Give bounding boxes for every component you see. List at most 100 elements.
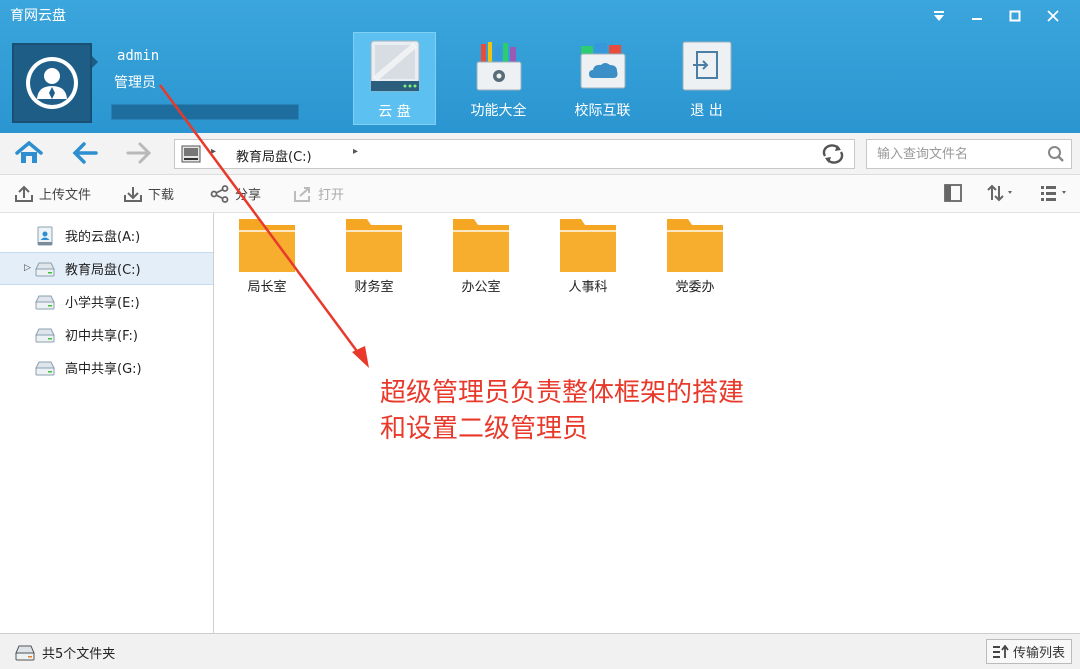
tab-inter-school[interactable]: 校际互联 bbox=[561, 32, 644, 125]
user-drive-icon bbox=[37, 226, 53, 245]
folder-item[interactable]: 人事科 bbox=[558, 217, 618, 295]
download-label: 下载 bbox=[148, 188, 175, 203]
folder-label: 局长室 bbox=[247, 280, 287, 295]
back-button[interactable] bbox=[70, 138, 100, 168]
sidebar-item-label: 初中共享(F:) bbox=[65, 329, 138, 344]
tab-logout-label: 退 出 bbox=[690, 103, 723, 119]
avatar-pointer bbox=[92, 56, 98, 68]
tab-logout[interactable]: 退 出 bbox=[665, 32, 748, 125]
sidebar-item-label: 高中共享(G:) bbox=[65, 362, 142, 377]
sidebar-item-label: 教育局盘(C:) bbox=[65, 263, 141, 278]
sidebar-item-label: 我的云盘(A:) bbox=[65, 230, 141, 245]
hard-drive-icon bbox=[35, 262, 55, 276]
transfer-list-button[interactable]: 传输列表 bbox=[985, 639, 1072, 664]
disk-status-icon bbox=[15, 645, 35, 661]
arrow-right-icon bbox=[126, 142, 152, 164]
home-button[interactable] bbox=[14, 138, 44, 168]
folder-label: 财务室 bbox=[354, 280, 394, 295]
transfer-list-label: 传输列表 bbox=[1012, 646, 1065, 661]
chevron-right-icon[interactable]: ▸ bbox=[353, 146, 358, 157]
hard-drive-icon bbox=[35, 295, 55, 309]
open-label: 打开 bbox=[318, 188, 345, 203]
transfer-icon bbox=[992, 644, 1009, 658]
hard-drive-icon bbox=[35, 361, 55, 375]
open-button[interactable]: 打开 bbox=[293, 184, 344, 203]
search-input[interactable] bbox=[867, 140, 1037, 168]
refresh-icon bbox=[822, 144, 844, 164]
share-icon bbox=[210, 184, 229, 203]
action-toolbar: 上传文件 下载 分享 打开 bbox=[0, 175, 1080, 213]
folder-item[interactable]: 办公室 bbox=[451, 217, 511, 295]
folder-icon bbox=[453, 219, 509, 272]
title-bar: 育网云盘 admin 管理员 云 盘 功能大全 校际互联 退 出 bbox=[0, 0, 1080, 133]
current-path[interactable]: 教育局盘(C:) bbox=[236, 146, 312, 165]
tab-functions[interactable]: 功能大全 bbox=[457, 32, 540, 125]
minimize-icon[interactable] bbox=[958, 4, 996, 28]
tab-functions-label: 功能大全 bbox=[470, 103, 527, 119]
chevron-right-icon: ▸ bbox=[211, 146, 217, 157]
upload-icon bbox=[15, 185, 33, 202]
quota-bar bbox=[111, 104, 299, 120]
share-button[interactable]: 分享 bbox=[210, 184, 261, 203]
folder-count: 共5个文件夹 bbox=[42, 647, 116, 662]
close-icon[interactable] bbox=[1034, 4, 1072, 28]
search-box bbox=[866, 139, 1072, 169]
arrow-left-icon bbox=[72, 142, 98, 164]
app-title: 育网云盘 bbox=[10, 8, 66, 24]
user-role: 管理员 bbox=[114, 75, 156, 91]
folder-item[interactable]: 党委办 bbox=[665, 217, 725, 295]
drive-small-icon bbox=[181, 145, 201, 163]
upload-label: 上传文件 bbox=[39, 188, 92, 203]
tab-inter-school-label: 校际互联 bbox=[574, 103, 631, 119]
folder-label: 人事科 bbox=[568, 280, 608, 295]
user-icon bbox=[26, 57, 78, 109]
search-icon[interactable] bbox=[1047, 145, 1065, 163]
drive-tree: 我的云盘(A:) ▷ 教育局盘(C:) 小学共享(E:) 初中共享(F:) 高中… bbox=[0, 213, 214, 633]
folder-icon bbox=[346, 219, 402, 272]
address-toolbar: ▸ 教育局盘(C:) ▸ bbox=[0, 133, 1080, 175]
sidebar-item-senior-share[interactable]: 高中共享(G:) bbox=[0, 351, 213, 384]
refresh-button[interactable] bbox=[820, 141, 846, 167]
folder-icon bbox=[667, 219, 723, 272]
annotation-line-2: 和设置二级管理员 bbox=[380, 414, 589, 444]
download-button[interactable]: 下载 bbox=[123, 184, 174, 203]
expand-arrow-icon[interactable]: ▷ bbox=[24, 263, 31, 273]
share-label: 分享 bbox=[235, 188, 262, 203]
username: admin bbox=[117, 48, 160, 64]
download-icon bbox=[124, 186, 142, 202]
annotation-line-1: 超级管理员负责整体框架的搭建 bbox=[380, 378, 745, 408]
toolbox-icon bbox=[476, 42, 521, 91]
upload-button[interactable]: 上传文件 bbox=[14, 184, 91, 203]
folder-label: 党委办 bbox=[675, 280, 715, 295]
folder-item[interactable]: 财务室 bbox=[344, 217, 404, 295]
tab-cloud-drive[interactable]: 云 盘 bbox=[353, 32, 436, 125]
sidebar-item-my-drive[interactable]: 我的云盘(A:) bbox=[0, 219, 213, 252]
avatar[interactable] bbox=[12, 43, 92, 123]
open-icon bbox=[294, 186, 310, 202]
drive-icon bbox=[370, 40, 419, 92]
folder-item[interactable]: 局长室 bbox=[237, 217, 297, 295]
folder-icon bbox=[239, 219, 295, 272]
preview-pane-icon[interactable] bbox=[944, 184, 962, 202]
forward-button[interactable] bbox=[124, 138, 154, 168]
annotation-text: 超级管理员负责整体框架的搭建 和设置二级管理员 bbox=[380, 375, 744, 447]
window-controls bbox=[920, 4, 1072, 28]
sidebar-item-junior-share[interactable]: 初中共享(F:) bbox=[0, 318, 213, 351]
main-nav: 云 盘 功能大全 校际互联 退 出 bbox=[353, 32, 748, 125]
view-mode-icon[interactable] bbox=[1040, 184, 1070, 202]
status-bar: 共5个文件夹 传输列表 bbox=[0, 633, 1080, 669]
sort-icon[interactable] bbox=[986, 184, 1016, 202]
sidebar-item-primary-share[interactable]: 小学共享(E:) bbox=[0, 285, 213, 318]
folder-icon bbox=[560, 219, 616, 272]
folder-label: 办公室 bbox=[461, 280, 501, 295]
hard-drive-icon bbox=[35, 328, 55, 342]
skin-menu-icon[interactable] bbox=[920, 4, 958, 28]
home-icon bbox=[15, 141, 43, 163]
tab-cloud-drive-label: 云 盘 bbox=[378, 104, 411, 120]
sidebar-item-education-bureau[interactable]: ▷ 教育局盘(C:) bbox=[0, 252, 213, 285]
cloud-network-icon bbox=[580, 43, 625, 89]
path-breadcrumb[interactable]: ▸ 教育局盘(C:) ▸ bbox=[174, 139, 855, 169]
maximize-icon[interactable] bbox=[996, 4, 1034, 28]
view-tools bbox=[944, 184, 1070, 202]
sidebar-item-label: 小学共享(E:) bbox=[65, 296, 140, 311]
